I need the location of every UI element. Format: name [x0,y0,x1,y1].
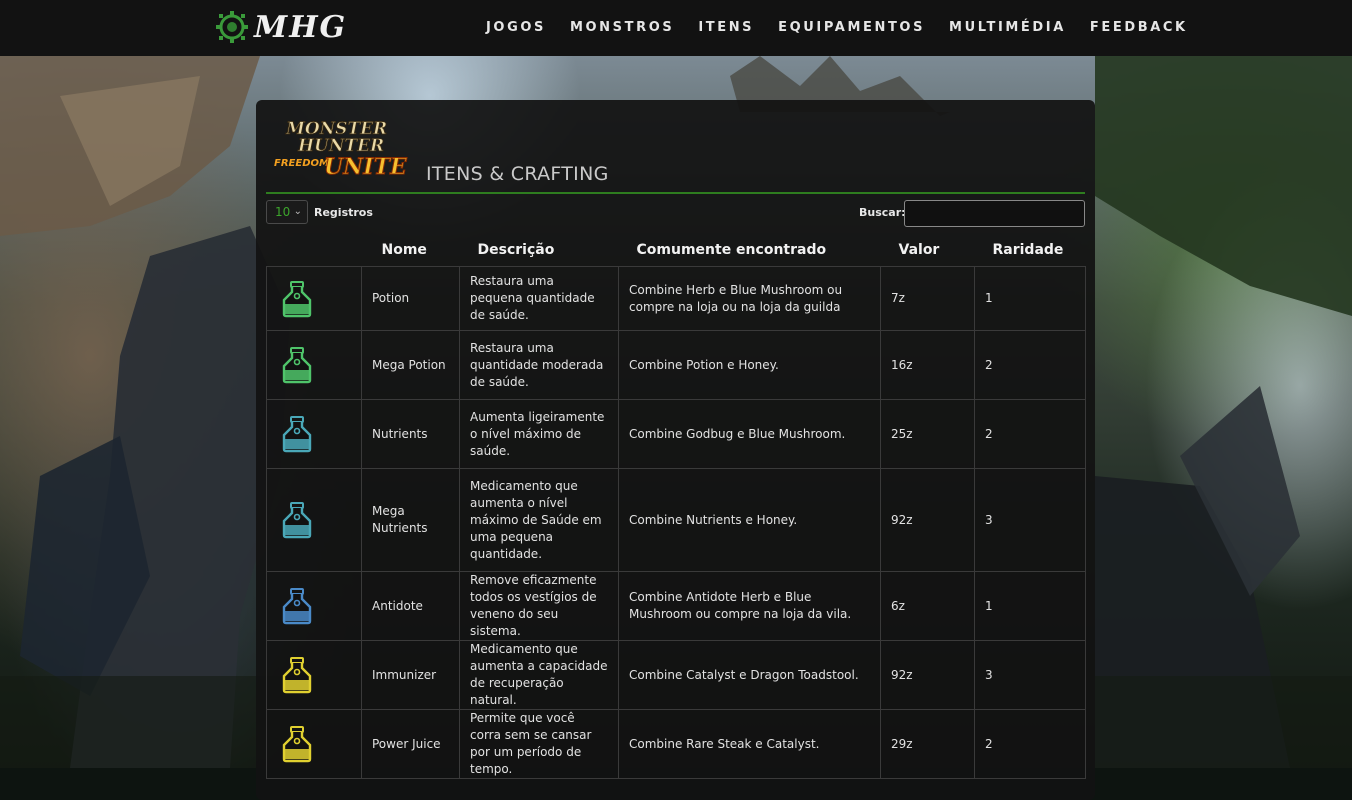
nutrients-bottle-icon [282,416,312,453]
item-description: Restaura uma pequena quantidade de saúde… [459,266,619,331]
item-name: Mega Potion [361,330,460,400]
table-header-row: Nome Descrição Comumente encontrado Valo… [267,233,1086,267]
antidote-bottle-icon [282,588,312,625]
item-value: 92z [880,640,975,710]
item-name: Potion [361,266,460,331]
item-name: Mega Nutrients [361,468,460,572]
item-found: Combine Godbug e Blue Mushroom. [618,399,881,469]
records-per-page-value: 10 [275,205,291,219]
game-logo: MONSTER HUNTER FREEDOM UNITE [274,119,408,180]
item-value: 92z [880,468,975,572]
item-name: Antidote [361,571,460,641]
table-row: Nutrients Aumenta ligeiramente o nível má… [266,399,1086,469]
item-icon-cell [266,709,362,779]
item-found: Combine Potion e Honey. [618,330,881,400]
table-row: Antidote Remove eficazmente todos os vest… [266,571,1086,641]
nav-monstros[interactable]: MONSTROS [570,20,674,35]
mega-potion-bottle-icon [282,347,312,384]
mega-nutrients-bottle-icon [282,502,312,539]
nav-multimedia[interactable]: MULTIMÉDIA [949,20,1066,35]
potion-bottle-icon [282,280,312,317]
item-rarity: 3 [974,468,1086,572]
item-found: Combine Catalyst e Dragon Toadstool. [618,640,881,710]
item-value: 29z [880,709,975,779]
item-description: Permite que você corra sem se cansar por… [459,709,619,779]
item-name: Power Juice [361,709,460,779]
item-icon-cell [266,640,362,710]
table-row: Immunizer Medicamento que aumenta a capac… [266,640,1086,710]
items-panel: MONSTER HUNTER FREEDOM UNITE ITENS & CRA… [256,100,1095,800]
item-value: 6z [880,571,975,641]
item-icon-cell [266,266,362,331]
emblem-icon [216,11,248,43]
header-descricao[interactable]: Descrição [460,233,619,267]
game-logo-line-2: HUNTER [297,136,384,156]
nav-jogos[interactable]: JOGOS [486,20,546,35]
item-found: Combine Rare Steak e Catalyst. [618,709,881,779]
records-per-page-select[interactable]: 10 ⌄ [266,200,308,224]
item-description: Restaura uma quantidade moderada de saúd… [459,330,619,400]
item-value: 25z [880,399,975,469]
items-table: Nome Descrição Comumente encontrado Valo… [266,233,1086,779]
title-divider [266,192,1085,194]
power-juice-bottle-icon [282,726,312,763]
header-icon[interactable] [267,233,362,267]
table-row: Potion Restaura uma pequena quantidade de… [266,266,1086,331]
game-logo-line-4: UNITE [324,154,408,180]
nav-feedback[interactable]: FEEDBACK [1090,20,1188,35]
item-description: Medicamento que aumenta a capacidade de … [459,640,619,710]
game-logo-line-3: FREEDOM [274,158,329,169]
nav-itens[interactable]: ITENS [698,20,754,35]
immunizer-bottle-icon [282,657,312,694]
item-icon-cell [266,330,362,400]
item-icon-cell [266,399,362,469]
item-description: Aumenta ligeiramente o nível máximo de s… [459,399,619,469]
table-row: Power Juice Permite que você corra sem se… [266,709,1086,779]
main-nav: JOGOS MONSTROS ITENS EQUIPAMENTOS MULTIM… [474,20,1200,35]
search-input[interactable] [904,200,1085,227]
item-description: Remove eficazmente todos os vestígios de… [459,571,619,641]
item-icon-cell [266,571,362,641]
item-icon-cell [266,468,362,572]
table-row: Mega Nutrients Medicamento que aumenta o … [266,468,1086,572]
item-name: Immunizer [361,640,460,710]
item-rarity: 2 [974,330,1086,400]
item-found: Combine Nutrients e Honey. [618,468,881,572]
site-logo[interactable]: MHG [214,8,366,46]
header-nome[interactable]: Nome [362,233,460,267]
top-navigation-bar: MHG JOGOS MONSTROS ITENS EQUIPAMENTOS MU… [0,0,1352,56]
chevron-down-icon: ⌄ [293,206,302,217]
item-rarity: 3 [974,640,1086,710]
header-raridade[interactable]: Raridade [975,233,1086,267]
logo-text: MHG [254,9,348,45]
records-label: Registros [314,206,373,219]
item-rarity: 1 [974,266,1086,331]
item-rarity: 1 [974,571,1086,641]
item-description: Medicamento que aumenta o nível máximo d… [459,468,619,572]
header-encontrado[interactable]: Comumente encontrado [619,233,881,267]
item-value: 16z [880,330,975,400]
search-label: Buscar: [859,206,906,219]
item-rarity: 2 [974,709,1086,779]
nav-equipamentos[interactable]: EQUIPAMENTOS [778,20,925,35]
item-value: 7z [880,266,975,331]
header-valor[interactable]: Valor [881,233,975,267]
item-name: Nutrients [361,399,460,469]
item-found: Combine Herb e Blue Mushroom ou compre n… [618,266,881,331]
item-rarity: 2 [974,399,1086,469]
item-found: Combine Antidote Herb e Blue Mushroom ou… [618,571,881,641]
page-title: ITENS & CRAFTING [426,163,609,185]
table-row: Mega Potion Restaura uma quantidade moder… [266,330,1086,400]
